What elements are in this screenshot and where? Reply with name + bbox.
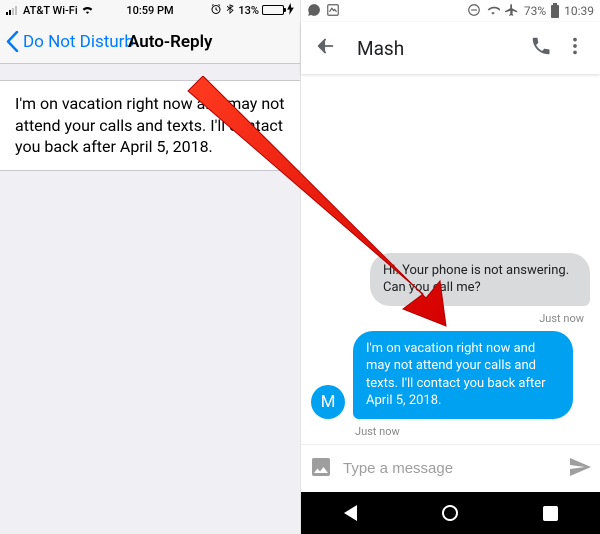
android-nav-bar xyxy=(301,492,600,534)
back-button[interactable]: Do Not Disturb xyxy=(6,31,134,52)
auto-reply-text-cell[interactable]: I'm on vacation right now and may not at… xyxy=(0,80,300,171)
more-button[interactable] xyxy=(558,29,592,67)
triangle-back-icon xyxy=(344,505,357,521)
battery-icon xyxy=(551,5,559,18)
do-not-disturb-icon xyxy=(467,3,481,20)
incoming-bubble[interactable]: I'm on vacation right now and may not at… xyxy=(353,331,573,419)
nav-home-button[interactable] xyxy=(442,505,458,521)
page-title: Auto-Reply xyxy=(128,32,212,52)
battery-percent: 73% xyxy=(524,4,546,18)
message-input[interactable] xyxy=(343,460,558,477)
chat-area: Hi. Your phone is not answering. Can you… xyxy=(301,74,600,444)
contact-name[interactable]: Mash xyxy=(357,37,524,60)
outgoing-text: Hi. Your phone is not answering. Can you… xyxy=(383,263,569,296)
outgoing-timestamp: Just now xyxy=(311,312,590,325)
whatsapp-icon xyxy=(307,3,321,20)
ios-nav-bar: Do Not Disturb Auto-Reply xyxy=(0,20,300,64)
battery-icon xyxy=(262,5,284,15)
outgoing-bubble[interactable]: Hi. Your phone is not answering. Can you… xyxy=(370,253,590,306)
square-recent-icon xyxy=(543,506,558,521)
image-picker-button[interactable] xyxy=(309,455,333,483)
outgoing-message-row: Hi. Your phone is not answering. Can you… xyxy=(311,253,590,306)
airplane-icon xyxy=(505,3,519,20)
nav-back-button[interactable] xyxy=(344,505,357,521)
incoming-message-row: M I'm on vacation right now and may not … xyxy=(311,331,590,419)
nav-recent-button[interactable] xyxy=(543,506,558,521)
ios-phone: AT&T Wi-Fi 10:59 PM 13% xyxy=(0,0,300,534)
android-status-bar: 73% 10:39 xyxy=(301,0,600,22)
message-input-bar xyxy=(301,444,600,492)
call-button[interactable] xyxy=(524,29,558,67)
ios-clock: 10:59 PM xyxy=(0,4,300,17)
android-clock: 10:39 xyxy=(564,4,594,18)
circle-home-icon xyxy=(442,505,458,521)
incoming-text: I'm on vacation right now and may not at… xyxy=(366,341,546,409)
app-notification-icon xyxy=(326,3,340,20)
back-label: Do Not Disturb xyxy=(23,32,134,52)
back-button[interactable] xyxy=(309,29,343,67)
incoming-timestamp: Just now xyxy=(311,425,590,438)
auto-reply-message: I'm on vacation right now and may not at… xyxy=(15,94,285,156)
chat-header: Mash xyxy=(301,22,600,74)
ios-status-bar: AT&T Wi-Fi 10:59 PM 13% xyxy=(0,0,300,20)
avatar[interactable]: M xyxy=(311,385,345,419)
send-button[interactable] xyxy=(568,455,592,483)
android-phone: 73% 10:39 Mash Hi. Your phone is not ans… xyxy=(300,0,600,534)
wifi-icon xyxy=(486,3,500,20)
